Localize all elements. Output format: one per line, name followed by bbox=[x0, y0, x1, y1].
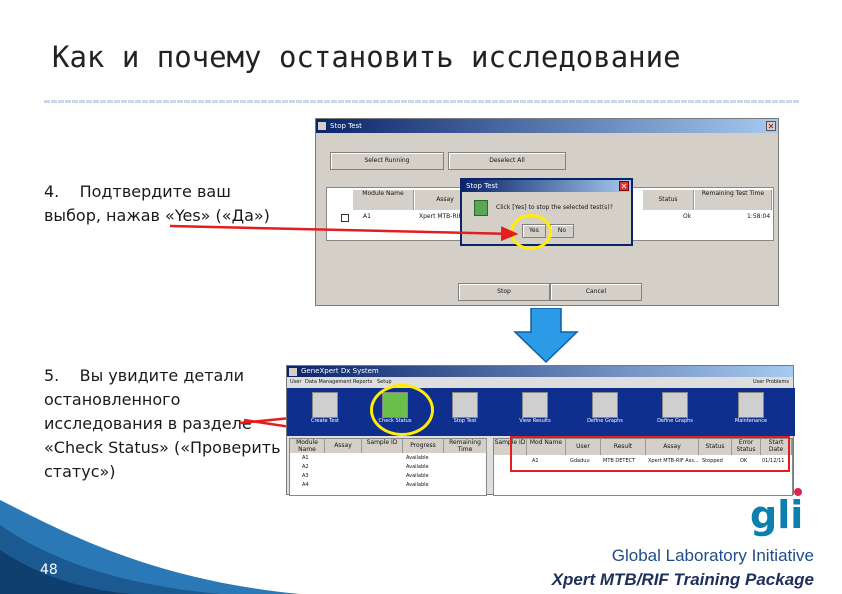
col-header-module: Module Name bbox=[353, 190, 414, 210]
toolbar-define-graphs[interactable]: Define Graphs bbox=[585, 392, 625, 432]
menu-data-management[interactable]: Data Management bbox=[305, 379, 351, 385]
slide-title: Как и почему остановить исследование bbox=[52, 40, 681, 74]
main-toolbar: Create Test Check Status Stop Test View … bbox=[287, 388, 795, 436]
select-running-button[interactable]: Select Running bbox=[330, 152, 444, 170]
step-4-text: 4. Подтвердите ваш выбор, нажав «Yes» («… bbox=[44, 180, 284, 228]
stop-button[interactable]: Stop bbox=[458, 283, 550, 301]
footer-organization: Global Laboratory Initiative bbox=[611, 546, 814, 565]
cancel-button[interactable]: Cancel bbox=[550, 283, 642, 301]
step-5-text: 5. Вы увидите детали остановленного иссл… bbox=[44, 364, 284, 484]
svg-text:gli: gli bbox=[750, 493, 803, 537]
step-4-number: 4. bbox=[44, 182, 60, 201]
create-test-icon bbox=[312, 392, 338, 418]
cell-module: A1 bbox=[363, 213, 371, 220]
col-assay: Assay bbox=[325, 439, 362, 453]
gli-logo-mark: gli bbox=[750, 488, 803, 537]
toolbar-label: Create Test bbox=[310, 418, 340, 424]
genexpert-titlebar: GeneXpert Dx System bbox=[287, 366, 793, 377]
toolbar-create-test[interactable]: Create Test bbox=[305, 392, 345, 432]
confirm-title: Stop Test bbox=[466, 182, 498, 190]
toolbar-label: View Results bbox=[519, 418, 551, 424]
stop-test-title: Stop Test bbox=[330, 122, 362, 130]
menu-user[interactable]: User bbox=[290, 379, 301, 385]
menu-setup[interactable]: Setup bbox=[377, 379, 392, 385]
toolbar-label: Define Graphs bbox=[657, 418, 693, 424]
toolbar-maintenance[interactable]: Maintenance bbox=[731, 392, 771, 432]
deselect-all-button[interactable]: Deselect All bbox=[448, 152, 566, 170]
col-module: Module Name bbox=[290, 439, 325, 453]
result-highlight-box bbox=[510, 436, 790, 472]
cell-time: 1:58:04 bbox=[747, 213, 771, 220]
step-4-body: Подтвердите ваш выбор, нажав «Yes» («Да»… bbox=[44, 182, 270, 225]
no-button[interactable]: No bbox=[550, 224, 574, 238]
graph-icon bbox=[662, 392, 688, 418]
col-remaining: Remaining Time bbox=[444, 439, 487, 453]
confirm-titlebar: Stop Test ✕ bbox=[462, 180, 631, 192]
genexpert-window: GeneXpert Dx System User Data Management… bbox=[286, 365, 795, 496]
app-icon bbox=[318, 122, 326, 130]
row-module: A1 bbox=[302, 455, 309, 461]
toolbar-label: Maintenance bbox=[734, 418, 768, 424]
page-number: 48 bbox=[40, 562, 58, 578]
row-progress: Available bbox=[406, 473, 429, 479]
close-icon[interactable]: ✕ bbox=[766, 121, 776, 131]
row-module: A3 bbox=[302, 473, 309, 479]
module-table: Module Name Assay Sample ID Progress Rem… bbox=[289, 438, 487, 496]
toolbar-define-graphs-2[interactable]: Define Graphs bbox=[655, 392, 695, 432]
cell-status: Ok bbox=[683, 213, 692, 220]
gli-logo: gli bbox=[750, 486, 810, 538]
title-divider bbox=[44, 100, 800, 103]
toolbar-stop-test[interactable]: Stop Test bbox=[445, 392, 485, 432]
row-module: A4 bbox=[302, 482, 309, 488]
maintenance-icon bbox=[738, 392, 764, 418]
row-progress: Available bbox=[406, 482, 429, 488]
toolbar-label: Define Graphs bbox=[587, 418, 623, 424]
col-sample-id: Sample ID bbox=[362, 439, 403, 453]
close-icon[interactable]: ✕ bbox=[619, 181, 629, 191]
question-icon bbox=[474, 200, 488, 216]
menu-reports[interactable]: Reports bbox=[353, 379, 372, 385]
yes-highlight-circle bbox=[510, 214, 552, 250]
define-graphs-icon bbox=[592, 392, 618, 418]
stop-test-icon bbox=[452, 392, 478, 418]
menu-user-problems[interactable]: User Problems bbox=[753, 379, 789, 385]
toolbar-view-results[interactable]: View Results bbox=[515, 392, 555, 432]
col-header-remaining: Remaining Test Time bbox=[695, 190, 772, 210]
down-arrow bbox=[513, 308, 579, 364]
genexpert-title: GeneXpert Dx System bbox=[301, 367, 379, 375]
col-header-status: Status bbox=[643, 190, 694, 210]
cell-assay: Xpert MTB-RIF bbox=[419, 213, 462, 220]
row-checkbox[interactable] bbox=[341, 214, 349, 222]
step-5-body: Вы увидите детали остановленного исследо… bbox=[44, 366, 281, 481]
app-icon bbox=[289, 368, 297, 376]
toolbar-label: Stop Test bbox=[453, 418, 477, 424]
confirm-message: Click [Yes] to stop the selected test(s)… bbox=[496, 204, 613, 211]
col-progress: Progress bbox=[403, 439, 444, 453]
footer-package: Xpert MTB/RIF Training Package bbox=[551, 570, 814, 589]
stop-test-titlebar: Stop Test ✕ bbox=[316, 119, 778, 133]
check-status-highlight-circle bbox=[370, 384, 434, 436]
step-5-number: 5. bbox=[44, 366, 60, 385]
view-results-icon bbox=[522, 392, 548, 418]
row-progress: Available bbox=[406, 455, 429, 461]
row-module: A2 bbox=[302, 464, 309, 470]
row-progress: Available bbox=[406, 464, 429, 470]
